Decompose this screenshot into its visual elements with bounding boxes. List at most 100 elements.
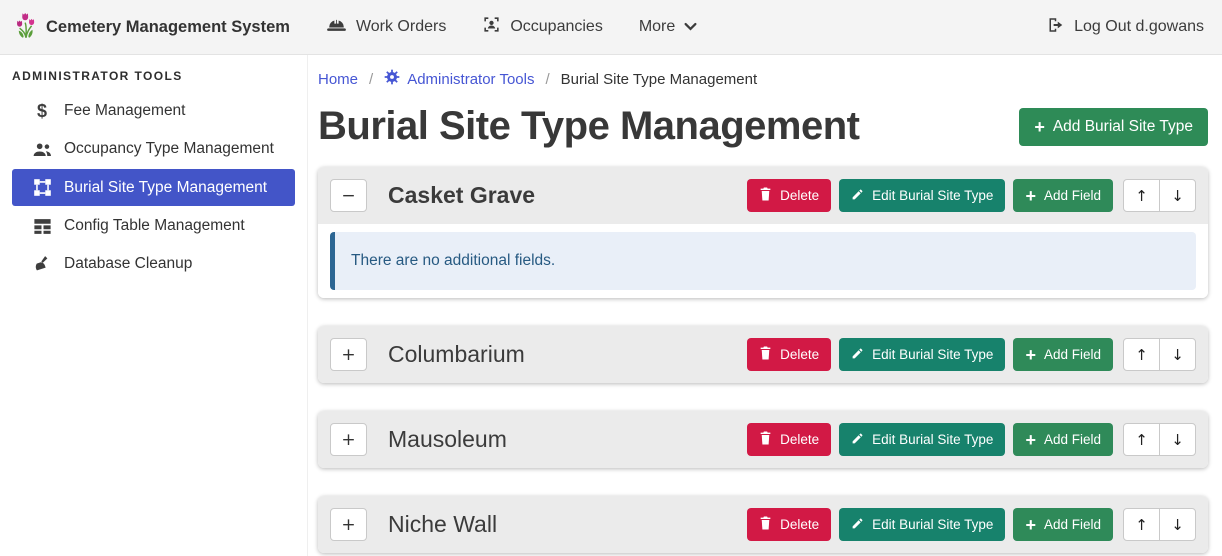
expand-toggle-button[interactable]: + [330,508,367,541]
edit-burial-site-type-button[interactable]: Edit Burial Site Type [839,423,1005,456]
add-button-label: Add Burial Site Type [1053,118,1193,136]
move-up-button[interactable]: ↑ [1123,423,1160,456]
nav-occupancies[interactable]: Occupancies [482,15,603,39]
nav-label: Work Orders [356,18,446,36]
collapse-toggle-button[interactable]: − [330,179,367,212]
breadcrumb-separator: / [369,71,373,88]
breadcrumb-admin-tools-label: Administrator Tools [407,71,534,88]
plus-icon: + [1025,516,1036,534]
sidebar-item-label: Burial Site Type Management [64,179,267,197]
move-down-button[interactable]: ↓ [1159,179,1196,212]
edit-burial-site-type-button[interactable]: Edit Burial Site Type [839,508,1005,541]
plus-icon: + [1025,187,1036,205]
burial-type-panel: + Columbarium Delete [318,326,1208,383]
tulip-logo-icon [14,10,38,45]
delete-button[interactable]: Delete [747,338,831,371]
panel-actions: Delete Edit Burial Site Type + Add Field [747,338,1196,371]
breadcrumb: Home / Administ [318,69,1208,89]
app-brand[interactable]: Cemetery Management System [14,10,290,45]
sidebar-item-label: Config Table Management [64,217,245,235]
panel-body: There are no additional fields. [318,224,1208,298]
breadcrumb-home-label: Home [318,71,358,88]
move-up-button[interactable]: ↑ [1123,179,1160,212]
add-field-label: Add Field [1044,517,1101,532]
reorder-group: ↑ ↓ [1123,338,1196,371]
panel-header: − Casket Grave Delete [318,167,1208,224]
broom-icon [30,255,54,273]
move-down-button[interactable]: ↓ [1159,508,1196,541]
plus-icon: + [1025,431,1036,449]
delete-button[interactable]: Delete [747,179,831,212]
edit-burial-site-type-button[interactable]: Edit Burial Site Type [839,179,1005,212]
delete-label: Delete [780,347,819,362]
burial-type-panel: + Mausoleum Delete [318,411,1208,468]
sidebar-item-database-cleanup[interactable]: Database Cleanup [12,246,295,282]
sidebar-item-label: Occupancy Type Management [64,140,274,158]
hard-hat-icon [326,16,347,38]
delete-button[interactable]: Delete [747,508,831,541]
move-up-button[interactable]: ↑ [1123,338,1160,371]
gear-icon [384,69,400,89]
panel-actions: Delete Edit Burial Site Type + Add Field [747,508,1196,541]
sidebar-item-occupancy-type[interactable]: Occupancy Type Management [12,131,295,167]
move-down-button[interactable]: ↓ [1159,423,1196,456]
sidebar: ADMINISTRATOR TOOLS $ Fee Management Occ… [0,55,308,556]
page-header: Burial Site Type Management + Add Burial… [318,104,1208,149]
move-up-button[interactable]: ↑ [1123,508,1160,541]
trash-icon [759,187,772,204]
panel-header: + Mausoleum Delete [318,411,1208,468]
reorder-group: ↑ ↓ [1123,423,1196,456]
frame-user-icon [482,15,501,39]
sidebar-item-burial-site-type[interactable]: Burial Site Type Management [12,169,295,206]
page-title: Burial Site Type Management [318,104,859,149]
move-down-button[interactable]: ↓ [1159,338,1196,371]
table-icon [30,218,54,235]
add-field-label: Add Field [1044,347,1101,362]
add-field-label: Add Field [1044,188,1101,203]
add-field-button[interactable]: + Add Field [1013,423,1113,456]
top-navbar: Cemetery Management System Work Orders O… [0,0,1222,55]
add-burial-site-type-button[interactable]: + Add Burial Site Type [1019,108,1208,146]
reorder-group: ↑ ↓ [1123,508,1196,541]
logout-label: Log Out d.gowans [1074,18,1204,36]
sign-out-icon [1046,16,1065,39]
nav-work-orders[interactable]: Work Orders [326,16,446,38]
panel-actions: Delete Edit Burial Site Type + Add Field [747,179,1196,212]
edit-label: Edit Burial Site Type [872,188,993,203]
main-nav: Work Orders Occupancies More [326,15,697,39]
delete-button[interactable]: Delete [747,423,831,456]
expand-toggle-button[interactable]: + [330,338,367,371]
add-field-button[interactable]: + Add Field [1013,179,1113,212]
edit-burial-site-type-button[interactable]: Edit Burial Site Type [839,338,1005,371]
panel-title: Mausoleum [388,426,747,453]
pencil-icon [851,432,864,448]
breadcrumb-separator: / [545,71,549,88]
sidebar-item-config-table[interactable]: Config Table Management [12,208,295,244]
panel-title: Niche Wall [388,511,747,538]
add-field-button[interactable]: + Add Field [1013,338,1113,371]
dollar-icon: $ [30,102,54,120]
users-icon [30,141,54,158]
sidebar-item-fee-management[interactable]: $ Fee Management [12,93,295,129]
vector-square-icon [30,178,54,197]
no-fields-alert: There are no additional fields. [330,232,1196,290]
panel-title: Columbarium [388,341,747,368]
burial-type-panel: − Casket Grave Delete [318,167,1208,298]
nav-label: Occupancies [510,18,603,36]
trash-icon [759,346,772,363]
expand-toggle-button[interactable]: + [330,423,367,456]
main-content: Home / Administ [308,55,1222,556]
breadcrumb-admin-tools-link[interactable]: Administrator Tools [384,69,534,89]
breadcrumb-current: Burial Site Type Management [561,71,758,88]
nav-label: More [639,18,675,36]
delete-label: Delete [780,188,819,203]
edit-label: Edit Burial Site Type [872,517,993,532]
panel-title: Casket Grave [388,182,747,209]
logout-button[interactable]: Log Out d.gowans [1046,16,1204,39]
app-title: Cemetery Management System [46,18,290,37]
add-field-button[interactable]: + Add Field [1013,508,1113,541]
pencil-icon [851,517,864,533]
sidebar-item-label: Fee Management [64,102,186,120]
nav-more[interactable]: More [639,18,697,36]
breadcrumb-home-link[interactable]: Home [318,71,358,88]
